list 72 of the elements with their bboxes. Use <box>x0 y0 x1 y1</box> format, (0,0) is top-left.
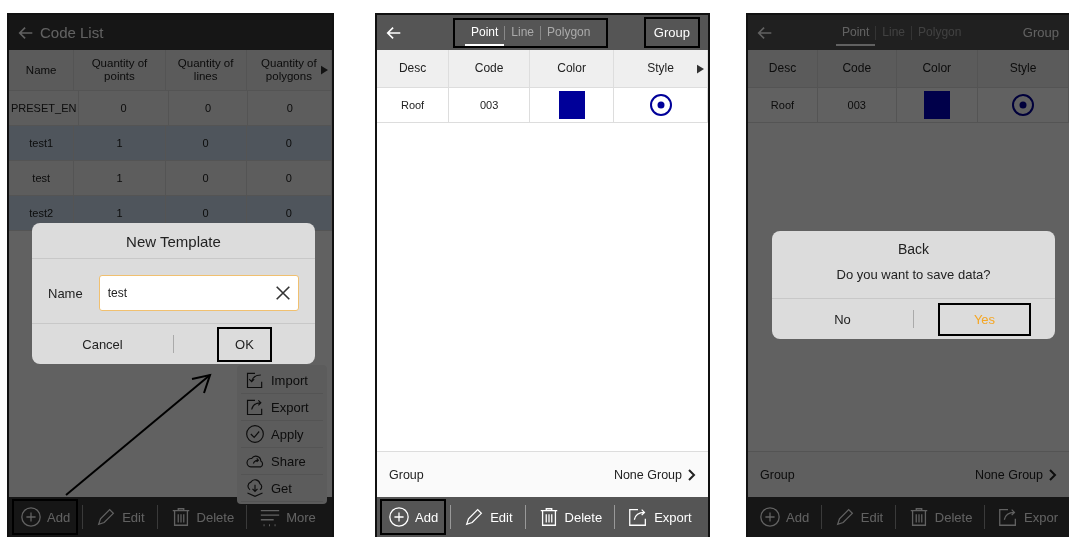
column-header: Color <box>530 50 615 87</box>
column-header: Color <box>896 50 978 87</box>
check-circle-icon <box>245 424 265 444</box>
scroll-right-icon[interactable] <box>697 63 704 74</box>
menu-item[interactable]: Apply <box>241 421 323 448</box>
dialog-button[interactable]: Cancel <box>64 326 141 362</box>
table-cell: 1 <box>74 161 166 195</box>
table-cell: 0 <box>168 91 249 125</box>
plus-circle-icon <box>759 506 781 528</box>
export-icon <box>245 397 265 417</box>
menu-item[interactable]: Share <box>241 448 323 475</box>
table-cell: test1 <box>9 126 75 160</box>
edit-button[interactable]: Edit <box>825 499 892 535</box>
menu-item[interactable]: Import <box>241 367 323 394</box>
table-cell: Roof <box>377 88 450 122</box>
add-button[interactable]: Add <box>12 499 79 535</box>
table-cell: 003 <box>817 88 897 122</box>
dialog-button[interactable]: No <box>816 301 869 337</box>
group-button[interactable]: Group <box>1012 17 1069 48</box>
plus-circle-icon <box>20 506 42 528</box>
name-input-field[interactable]: test <box>98 275 299 311</box>
add-button[interactable]: Add <box>751 499 818 535</box>
point-style-icon <box>648 93 673 117</box>
table-cell: 0 <box>79 91 169 125</box>
group-label: Group <box>389 467 424 482</box>
tab[interactable]: Polygon <box>541 19 597 46</box>
chevron-right-icon[interactable] <box>688 468 696 481</box>
field-label: Name <box>48 285 83 301</box>
delete-button[interactable]: Delete <box>161 499 243 535</box>
table-cell: 003 <box>449 88 531 122</box>
column-header: Style <box>977 50 1069 87</box>
column-header: Name <box>9 50 75 90</box>
table-cell: Roof <box>748 88 818 122</box>
table-cell: 0 <box>246 161 332 195</box>
delete-button[interactable]: Delete <box>529 499 611 535</box>
menu-item[interactable]: Get <box>241 475 323 502</box>
clear-icon[interactable] <box>274 284 292 302</box>
table-cell: 0 <box>246 126 332 160</box>
column-header: Desc <box>748 50 818 87</box>
edit-button[interactable]: Edit <box>455 499 521 535</box>
column-header: Code <box>817 50 897 87</box>
column-header: Quantity of points <box>74 50 166 90</box>
more-button[interactable]: More <box>251 499 324 535</box>
dialog-title: Back <box>896 240 931 259</box>
group-value[interactable]: None Group <box>613 467 682 482</box>
edit-button[interactable]: Edit <box>87 499 153 535</box>
group-button[interactable]: Group <box>643 17 700 48</box>
table-cell: 0 <box>165 161 247 195</box>
table-cell: 1 <box>74 126 166 160</box>
table-cell: PRESET_EN <box>9 91 80 125</box>
column-header: Code <box>449 50 531 87</box>
dialog-button[interactable]: OK <box>217 326 272 362</box>
dialog-message: Do you want to save data? <box>772 261 1055 299</box>
export-button[interactable]: Expor <box>989 499 1066 535</box>
table-cell: 0 <box>165 126 247 160</box>
delete-button[interactable]: Delete <box>899 499 981 535</box>
export-button[interactable]: Export <box>619 499 700 535</box>
menu-item[interactable]: Export <box>241 394 323 421</box>
cloud-download-icon <box>245 478 265 498</box>
plus-circle-icon <box>388 506 410 528</box>
import-icon <box>245 370 265 390</box>
group-label: Group <box>760 467 795 482</box>
add-button[interactable]: Add <box>380 499 447 535</box>
screen-title: Code List <box>40 24 104 41</box>
column-header: Quantity of lines <box>165 50 247 90</box>
table-cell: test <box>9 161 75 195</box>
dialog-title: New Template <box>32 223 315 259</box>
group-value[interactable]: None Group <box>974 467 1043 482</box>
tab[interactable]: Line <box>505 19 541 46</box>
point-style-icon <box>1011 93 1035 117</box>
column-header: Desc <box>377 50 450 87</box>
table-cell: 0 <box>248 91 332 125</box>
